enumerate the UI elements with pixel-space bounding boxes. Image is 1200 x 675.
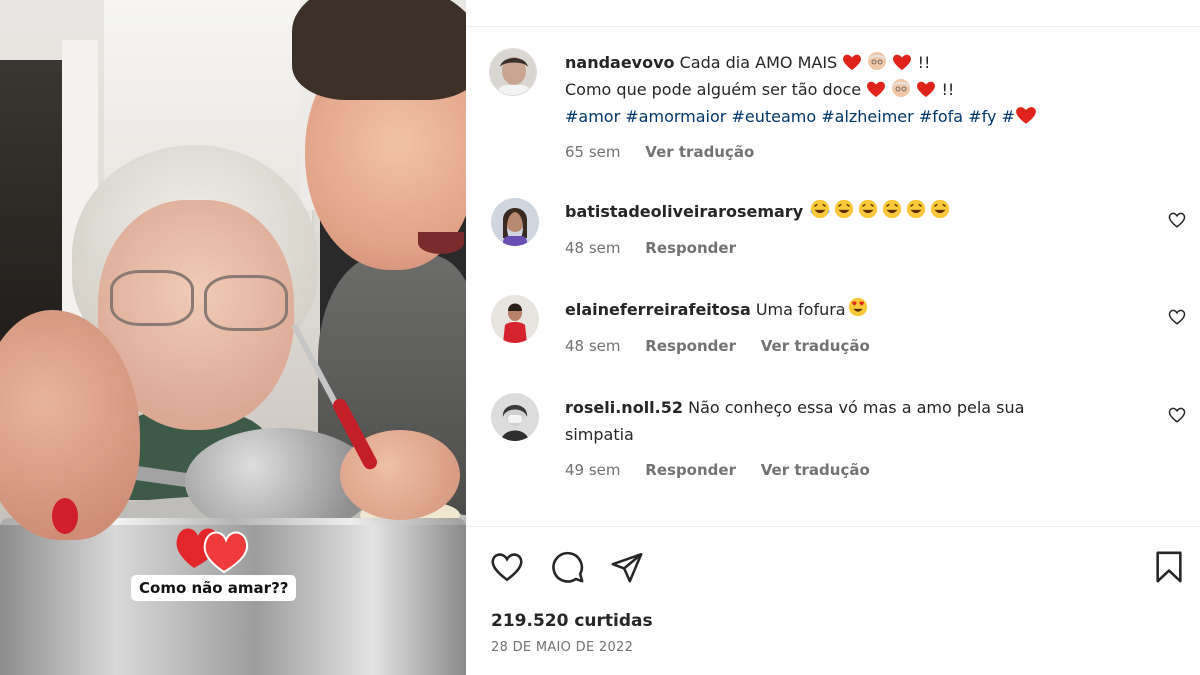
caption-text: nandaevovo Cada dia AMO MAIS !! Como que… (565, 49, 1185, 130)
caption-line2-text: Como que pode alguém ser tão doce (565, 80, 862, 99)
laughing-tears-icon (931, 199, 950, 219)
comment-meta: 48 sem Responder Ver tradução (565, 337, 890, 355)
panel-header-divider (466, 26, 1200, 27)
reply-link[interactable]: Responder (645, 337, 736, 355)
reply-link[interactable]: Responder (645, 239, 736, 257)
caption-time[interactable]: 65 sem (565, 143, 621, 161)
commenter-avatar[interactable] (491, 198, 539, 246)
comment-body: Uma fofura (755, 300, 846, 319)
laughing-tears-icon (810, 199, 830, 219)
comment-like-heart-icon[interactable] (1168, 211, 1186, 229)
hashtag-link[interactable]: #amormaior (625, 107, 726, 126)
comment-meta: 48 sem Responder (565, 239, 756, 257)
caption-hashtags: #amor #amormaior #euteamo #alzheimer #fo… (565, 103, 1185, 130)
translate-link[interactable]: Ver tradução (761, 337, 870, 355)
bookmark-icon[interactable] (1152, 550, 1186, 584)
caption-line1-suffix: !! (917, 53, 931, 72)
author-avatar[interactable] (489, 48, 537, 96)
grandma-emoji-icon (892, 79, 911, 97)
comment-username[interactable]: batistadeoliveirarosemary (565, 202, 803, 221)
laughing-tears-icon (907, 199, 926, 219)
glasses-left-lens (110, 270, 194, 326)
comment-username[interactable]: elaineferreirafeitosa (565, 300, 751, 319)
comment-body: Não conheço essa vó mas a amo pela sua (688, 398, 1025, 417)
comment-text: elaineferreirafeitosa Uma fofura (565, 296, 870, 323)
young-person-hair (292, 0, 466, 100)
red-nail (52, 498, 78, 534)
caption-line2-suffix: !! (941, 80, 955, 99)
actions-divider (466, 526, 1200, 527)
hashtag-link[interactable]: #amor (565, 107, 620, 126)
hearts-sticker-icon (176, 528, 249, 574)
red-heart-icon (843, 54, 862, 70)
comment-time[interactable]: 49 sem (565, 461, 621, 479)
caption-translate-link[interactable]: Ver tradução (645, 143, 754, 161)
hashtag-link[interactable]: #fofa (919, 107, 963, 126)
likes-count[interactable]: 219.520 curtidas (491, 611, 653, 631)
hashtag-link[interactable]: #alzheimer (821, 107, 914, 126)
laughing-tears-icon (883, 199, 902, 219)
comment-body-line2: simpatia (565, 425, 634, 444)
heart-eyes-icon (848, 297, 867, 317)
comment-icon[interactable] (551, 550, 585, 584)
video-caption-sticker: Como não amar?? (131, 575, 297, 601)
caption-meta: 65 sem Ver tradução (565, 143, 774, 161)
translate-link[interactable]: Ver tradução (761, 461, 870, 479)
comment-meta: 49 sem Responder Ver tradução (565, 461, 890, 479)
laughing-tears-icon (859, 199, 878, 219)
comment-text: roseli.noll.52 Não conheço essa vó mas a… (565, 394, 1125, 448)
red-heart-icon (867, 81, 886, 97)
hashtag-link[interactable]: # (1002, 107, 1015, 126)
hashtag-link[interactable]: #euteamo (731, 107, 816, 126)
grandma-emoji-icon (868, 52, 887, 70)
caption-line-1: nandaevovo Cada dia AMO MAIS !! (565, 49, 1185, 76)
caption-line1-text: Cada dia AMO MAIS (679, 53, 838, 72)
young-person-mouth (418, 232, 464, 254)
laughing-tears-emoji-group (808, 199, 952, 221)
laughing-tears-icon (835, 199, 854, 219)
caption-username[interactable]: nandaevovo (565, 53, 675, 72)
heart-icon[interactable] (490, 550, 524, 584)
caption-line-2: Como que pode alguém ser tão doce !! (565, 76, 1185, 103)
post-media[interactable]: Como não amar?? (0, 0, 466, 675)
post-side-panel: nandaevovo Cada dia AMO MAIS !! Como que… (466, 0, 1200, 675)
red-heart-icon (1016, 107, 1036, 124)
comment-time[interactable]: 48 sem (565, 239, 621, 257)
red-heart-icon (893, 54, 912, 70)
comment-like-heart-icon[interactable] (1168, 308, 1186, 326)
comment-text: batistadeoliveirarosemary (565, 198, 952, 225)
post-date[interactable]: 28 DE MAIO DE 2022 (491, 640, 633, 655)
hashtag-link[interactable]: #fy (968, 107, 996, 126)
commenter-avatar[interactable] (491, 295, 539, 343)
commenter-avatar[interactable] (491, 393, 539, 441)
reply-link[interactable]: Responder (645, 461, 736, 479)
comment-username[interactable]: roseli.noll.52 (565, 398, 683, 417)
comment-time[interactable]: 48 sem (565, 337, 621, 355)
glasses-right-lens (204, 275, 288, 331)
share-icon[interactable] (610, 550, 644, 584)
comment-like-heart-icon[interactable] (1168, 406, 1186, 424)
red-heart-icon (917, 81, 936, 97)
